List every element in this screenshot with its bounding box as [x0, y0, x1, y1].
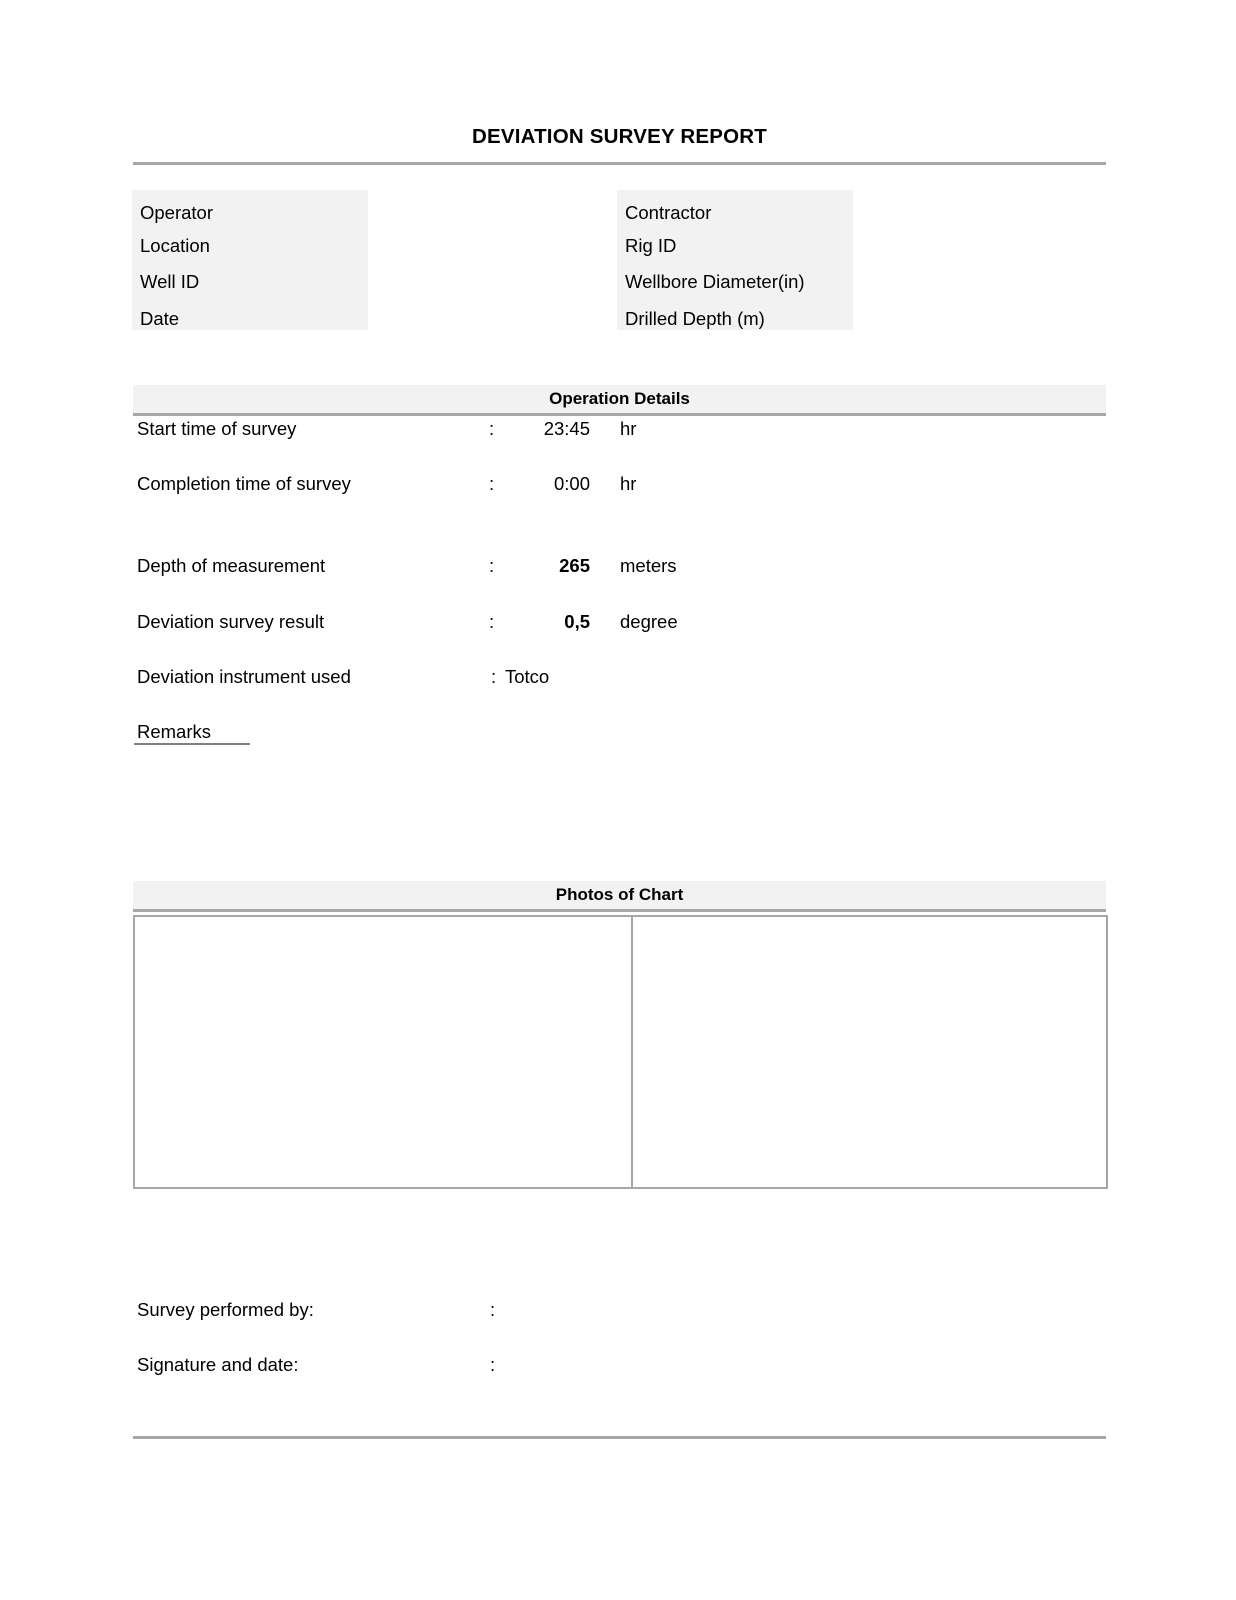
operation-value: 0,5: [564, 611, 590, 632]
header-info-left-box: Operator Location Well ID Date: [132, 190, 368, 330]
operation-row-completion-time: Completion time of survey : 0:00 hr: [0, 471, 1236, 497]
info-label-drilled-depth: Drilled Depth (m): [625, 308, 765, 329]
operation-label: Start time of survey: [137, 418, 297, 439]
operation-label: Deviation instrument used: [137, 666, 351, 687]
operation-label: Deviation survey result: [137, 611, 325, 632]
operation-row-deviation-instrument-used: Deviation instrument used : Totco: [0, 664, 1236, 690]
operation-value: 23:45: [543, 418, 590, 439]
operation-unit: hr: [620, 418, 637, 439]
photo-cell-left[interactable]: [135, 917, 633, 1187]
operation-row-start-time: Start time of survey : 23:45 hr: [0, 416, 1236, 442]
signature-row-survey-performed-by: Survey performed by: :: [0, 1297, 1236, 1323]
section-header-photos-of-chart: Photos of Chart: [133, 881, 1106, 912]
operation-label: Depth of measurement: [137, 555, 326, 576]
operation-colon: :: [489, 555, 495, 576]
signature-label: Signature and date:: [137, 1354, 299, 1375]
photos-cell-divider: [631, 915, 633, 1189]
section-title-operation-details: Operation Details: [549, 389, 690, 408]
operation-value: 0:00: [553, 473, 590, 494]
operation-row-deviation-survey-result: Deviation survey result : 0,5 degree: [0, 609, 1236, 635]
operation-colon: :: [489, 418, 495, 439]
operation-value: Totco: [505, 666, 550, 687]
signature-colon: :: [490, 1299, 496, 1320]
operation-colon: :: [489, 473, 495, 494]
operation-value: 265: [559, 555, 590, 576]
operation-row-depth-of-measurement: Depth of measurement : 265 meters: [0, 553, 1236, 579]
footer-divider-rule: [133, 1436, 1106, 1439]
info-label-location: Location: [140, 235, 210, 256]
info-label-operator: Operator: [140, 202, 214, 223]
operation-unit: hr: [620, 473, 637, 494]
operation-unit: degree: [620, 611, 678, 632]
info-label-contractor: Contractor: [625, 202, 712, 223]
photo-cell-right[interactable]: [635, 917, 1106, 1187]
info-label-well-id: Well ID: [140, 271, 200, 292]
section-title-photos-of-chart: Photos of Chart: [555, 885, 684, 904]
photos-of-chart-box: [133, 915, 1108, 1189]
info-label-wellbore-diameter: Wellbore Diameter(in): [625, 271, 805, 292]
info-label-date: Date: [140, 308, 180, 329]
operation-unit: meters: [620, 555, 677, 576]
title-divider-rule: [133, 162, 1106, 165]
remarks-underline: [134, 743, 250, 745]
remarks-label: Remarks: [137, 721, 212, 742]
operation-colon: :: [491, 666, 497, 687]
document-page: DEVIATION SURVEY REPORT Operator Locatio…: [0, 0, 1236, 1600]
operation-label: Completion time of survey: [137, 473, 351, 494]
info-label-rig-id: Rig ID: [625, 235, 677, 256]
page-title: DEVIATION SURVEY REPORT: [471, 125, 768, 148]
signature-row-signature-and-date: Signature and date: :: [0, 1352, 1236, 1378]
operation-colon: :: [489, 611, 495, 632]
section-header-operation-details: Operation Details: [133, 385, 1106, 416]
signature-label: Survey performed by:: [137, 1299, 314, 1320]
header-info-right-box: Contractor Rig ID Wellbore Diameter(in) …: [617, 190, 853, 330]
signature-colon: :: [490, 1354, 496, 1375]
